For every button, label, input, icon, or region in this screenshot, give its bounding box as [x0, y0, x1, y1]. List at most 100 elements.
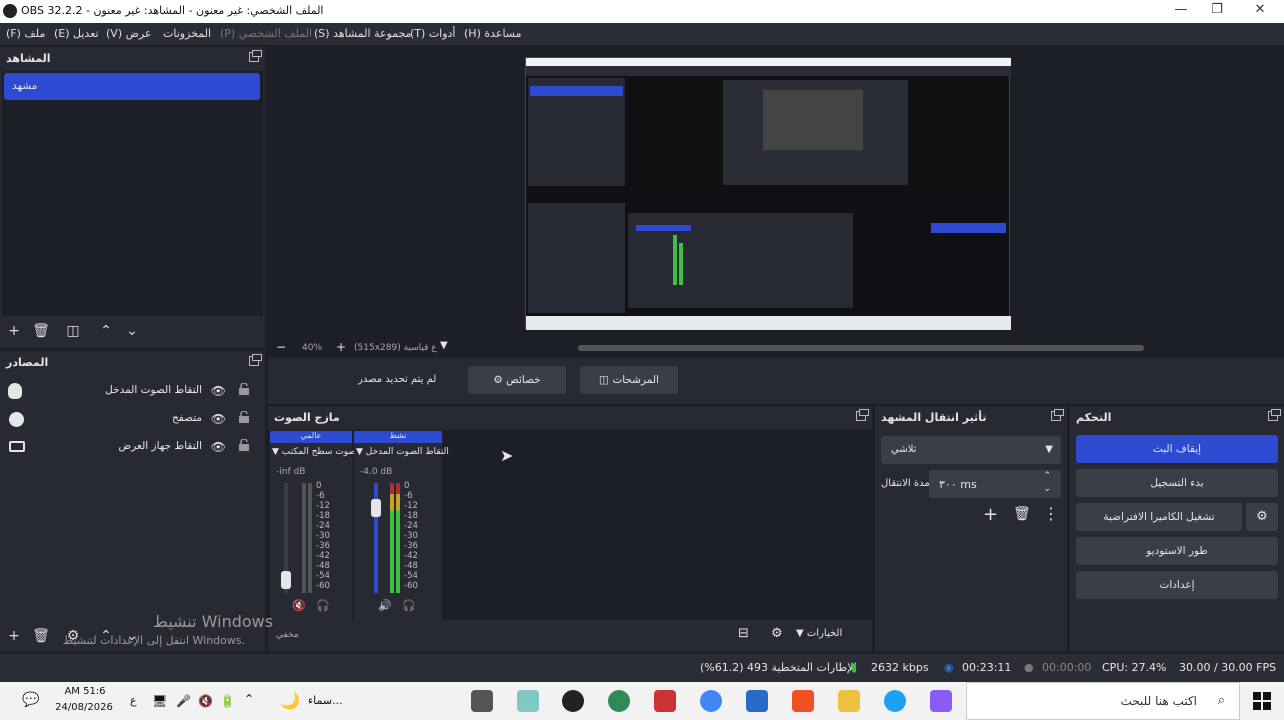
- windows-start-icon[interactable]: [1253, 692, 1271, 710]
- obs-app-icon[interactable]: [562, 690, 584, 712]
- voice-meeter-app-icon[interactable]: [654, 690, 676, 712]
- zoom-in-icon[interactable]: +: [336, 340, 346, 354]
- add-icon[interactable]: +: [983, 504, 998, 525]
- controls-title: التحكم: [1076, 411, 1112, 424]
- menu-scene-collection[interactable]: (S) مجموعة المشاهد: [314, 27, 412, 40]
- duration-spinbox[interactable]: ٣٠٠ ms ⌃ ⌄: [929, 470, 1061, 498]
- volume-slider-handle[interactable]: [371, 499, 381, 517]
- channel-name[interactable]: ▼ صوت سطح المكتب: [272, 447, 356, 457]
- source-row[interactable]: متصفح 👁: [0, 405, 262, 433]
- zoom-out-icon[interactable]: −: [276, 340, 286, 354]
- gear-icon[interactable]: ⚙: [771, 626, 783, 641]
- meter-tick-label: 0: [404, 481, 410, 491]
- clock-time[interactable]: AM 51:6: [58, 686, 112, 697]
- weather-moon-icon[interactable]: 🌙: [280, 691, 300, 710]
- copilot-app-icon[interactable]: [930, 690, 952, 712]
- add-icon[interactable]: +: [4, 627, 24, 645]
- chevron-down-icon[interactable]: ⌄: [122, 322, 142, 340]
- language-indicator[interactable]: ع: [130, 694, 137, 707]
- undock-icon[interactable]: [856, 409, 869, 421]
- meter-tick-label: -30: [316, 531, 330, 541]
- trash-icon[interactable]: 🗑: [31, 322, 51, 340]
- headphones-icon[interactable]: 🎧: [316, 599, 330, 612]
- trash-icon[interactable]: 🗑: [1013, 506, 1031, 522]
- notepad-app-icon[interactable]: [517, 690, 539, 712]
- activation-watermark-subtext: انتقل إلى الإعدادات لتنشيط Windows.: [63, 634, 246, 647]
- undock-icon[interactable]: [1268, 409, 1281, 421]
- volume-slider-handle[interactable]: [281, 571, 291, 589]
- stop-streaming-button[interactable]: إيقاف البث: [1076, 435, 1278, 463]
- outlook-app-icon[interactable]: [746, 690, 768, 712]
- globe-icon: [9, 412, 24, 427]
- source-row[interactable]: التقاط الصوت المدخل 👁: [0, 377, 262, 405]
- add-icon[interactable]: +: [4, 322, 24, 340]
- horizontal-scrollbar[interactable]: [578, 345, 1144, 351]
- channel-name[interactable]: ▼ التقاط الصوت المدخل: [356, 447, 449, 457]
- clock-date[interactable]: 24/08/2026: [54, 702, 114, 713]
- undock-icon[interactable]: [1051, 409, 1064, 421]
- chrome-app-icon[interactable]: [700, 690, 722, 712]
- file-explorer-icon[interactable]: [838, 690, 860, 712]
- properties-button[interactable]: ⚙ خصائص: [468, 366, 566, 394]
- battery-icon[interactable]: 🔋: [220, 694, 235, 708]
- transition-select[interactable]: تلاشي ▼: [881, 436, 1061, 464]
- status-bar: الإطارات المتخطية 493 (61.2%) ▮ 2632 kbp…: [0, 654, 1284, 682]
- chevron-up-icon[interactable]: ⌃: [96, 322, 116, 340]
- meter-tick-label: -60: [316, 581, 330, 591]
- lock-icon[interactable]: [238, 383, 250, 395]
- eye-icon[interactable]: 👁: [211, 384, 226, 398]
- undock-icon[interactable]: [249, 50, 262, 62]
- menu-file[interactable]: (F) ملف: [6, 27, 45, 40]
- notification-icon[interactable]: 💬: [22, 692, 39, 708]
- menu-stored[interactable]: المخزونات: [163, 27, 211, 40]
- settings-button[interactable]: إعدادات: [1076, 571, 1278, 599]
- menu-profile[interactable]: (P) الملف الشخصي: [220, 27, 312, 40]
- restore-icon[interactable]: ❐: [1202, 2, 1232, 20]
- edge-app-icon[interactable]: [884, 690, 906, 712]
- menu-view[interactable]: (V) عرض: [106, 27, 152, 40]
- chevron-up-icon[interactable]: ⌃: [1043, 471, 1051, 481]
- microphone-icon[interactable]: 🎤: [176, 694, 191, 708]
- gear-icon[interactable]: ⚙: [1246, 503, 1278, 531]
- chevron-up-icon[interactable]: ⌃: [244, 692, 254, 706]
- preview-area[interactable]: [268, 47, 1284, 337]
- scene-item[interactable]: مشهد: [4, 73, 260, 100]
- activation-watermark: تنشيط Windows: [153, 612, 274, 631]
- options-button[interactable]: ▼ الخيارات: [796, 628, 842, 639]
- eye-icon[interactable]: 👁: [211, 440, 226, 454]
- muted-speaker-icon[interactable]: 🔇: [292, 599, 306, 612]
- filters-button[interactable]: ◫ المرشحات: [580, 366, 678, 394]
- minimize-icon[interactable]: —: [1166, 2, 1196, 20]
- filter-icon[interactable]: ◫: [63, 322, 83, 340]
- network-icon[interactable]: 🖥: [152, 694, 167, 708]
- headphones-icon[interactable]: 🎧: [402, 599, 416, 612]
- chrome-app-icon[interactable]: [608, 690, 630, 712]
- undock-icon[interactable]: [249, 354, 262, 366]
- chevron-down-icon[interactable]: ⌄: [1043, 484, 1051, 494]
- menu-help[interactable]: (H) مساعدة: [464, 27, 522, 40]
- more-vertical-icon[interactable]: ⋮: [1043, 504, 1059, 523]
- eye-icon[interactable]: 👁: [211, 412, 226, 426]
- audio-meter: [390, 483, 394, 593]
- search-box[interactable]: اكتب هنا للبحث ⌕: [966, 682, 1240, 720]
- speaker-icon[interactable]: 🔊: [378, 599, 392, 612]
- signal-bars-icon: ▮: [851, 661, 858, 674]
- mouse-cursor-icon: ➤: [500, 446, 514, 465]
- start-recording-button[interactable]: بدء التسجيل: [1076, 469, 1278, 497]
- chevron-down-icon[interactable]: ▼: [440, 340, 448, 351]
- speaker-muted-icon[interactable]: 🔇: [198, 694, 213, 708]
- close-icon[interactable]: ✕: [1245, 2, 1275, 20]
- studio-mode-button[interactable]: طور الاستوديو: [1076, 537, 1278, 565]
- lock-icon[interactable]: [238, 411, 250, 423]
- settings-app-icon[interactable]: [471, 690, 493, 712]
- menu-edit[interactable]: (E) تعديل: [54, 27, 99, 40]
- menu-tools[interactable]: (T) أدوات: [410, 27, 456, 40]
- menu-bar: (F) ملف (E) تعديل (V) عرض المخزونات (P) …: [0, 23, 1284, 45]
- mixer-layout-icon[interactable]: ⊟: [738, 626, 749, 641]
- trash-icon[interactable]: 🗑: [31, 627, 51, 645]
- start-virtual-camera-button[interactable]: تشغيل الكاميرا الافتراضية: [1076, 503, 1242, 531]
- source-row[interactable]: التقاط جهاز العرض 👁: [0, 433, 262, 461]
- store-app-icon[interactable]: [792, 690, 814, 712]
- lock-icon[interactable]: [238, 439, 250, 451]
- weather-label[interactable]: سماء...: [308, 694, 343, 707]
